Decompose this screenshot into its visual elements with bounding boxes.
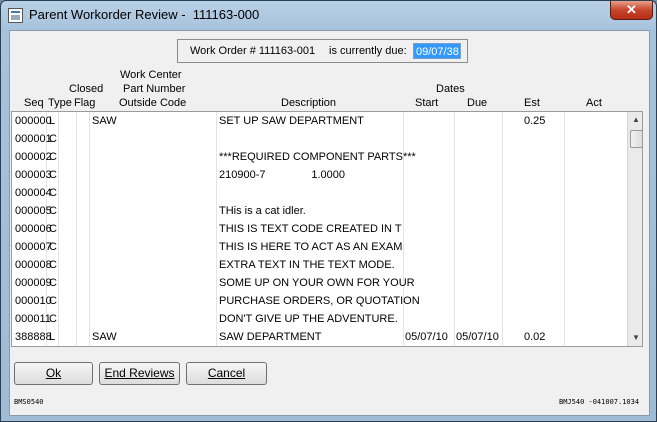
- workorder-info: Work Order # 111163-001 is currently due…: [177, 39, 468, 63]
- cell-seq: 000011: [15, 313, 51, 325]
- ok-button[interactable]: Ok: [14, 362, 93, 385]
- due-label: is currently due:: [329, 45, 407, 57]
- cell-type: C: [49, 277, 57, 289]
- table-row[interactable]: 388888 L SAW SAW DEPARTMENT 05/07/10 05/07/10…: [12, 329, 630, 346]
- table-row[interactable]: 000001 C: [12, 131, 630, 149]
- cell-type: C: [49, 169, 57, 181]
- cell-type: L: [49, 331, 56, 343]
- table-row[interactable]: 000009 C SOME UP ON YOUR OWN FOR YOUR: [12, 275, 630, 293]
- cell-type: L: [49, 115, 56, 127]
- window-title: Parent Workorder Review - 111163-000: [29, 7, 260, 22]
- table-row[interactable]: 000010 C PURCHASE ORDERS, OR QUOTATION: [12, 293, 630, 311]
- dialog-body: Work Order # 111163-001 is currently due…: [9, 30, 650, 416]
- end-reviews-button[interactable]: End Reviews: [99, 362, 180, 385]
- workorder-label: Work Order # 111163-001: [190, 45, 316, 57]
- table-row[interactable]: 000008 C EXTRA TEXT IN THE TEXT MODE.: [12, 257, 630, 275]
- header-description: Description: [281, 97, 337, 109]
- cell-description: DON'T GIVE UP THE ADVENTURE.: [219, 313, 398, 325]
- cell-start: 05/07/10: [405, 331, 448, 343]
- header-start: Start: [415, 97, 439, 109]
- table-row[interactable]: 000000 L SAW SET UP SAW DEPARTMENT 0.25: [12, 113, 630, 131]
- operations-grid[interactable]: 000000 L SAW SET UP SAW DEPARTMENT 0.25 00000…: [11, 111, 643, 347]
- vertical-scrollbar[interactable]: ▲ ▼: [627, 112, 642, 346]
- cell-description: PURCHASE ORDERS, OR QUOTATION: [219, 295, 420, 307]
- cell-type: C: [49, 133, 57, 145]
- cell-seq: 000003: [15, 169, 52, 181]
- cell-code: SAW: [92, 115, 117, 127]
- cell-seq: 000007: [15, 241, 52, 253]
- cell-type: C: [49, 241, 57, 253]
- cell-description: THIS IS HERE TO ACT AS AN EXAM: [219, 241, 403, 253]
- cell-description: SAW DEPARTMENT: [219, 331, 322, 343]
- header-outside-code: Outside Code: [119, 97, 187, 109]
- table-row[interactable]: 000004 C: [12, 185, 630, 203]
- cell-est: 0.25: [524, 115, 546, 127]
- cell-seq: 000009: [15, 277, 52, 289]
- cell-type: C: [49, 259, 57, 271]
- cancel-button[interactable]: Cancel: [186, 362, 267, 385]
- app-icon: [8, 8, 23, 23]
- header-est: Est: [524, 97, 540, 109]
- header-due: Due: [467, 97, 488, 109]
- cell-description: THis is a cat idler.: [219, 205, 306, 217]
- cell-description: SET UP SAW DEPARTMENT: [219, 115, 364, 127]
- footer-version: BMJ540 -041007.1034: [559, 398, 640, 406]
- header-act: Act: [586, 97, 602, 109]
- cell-description: THIS IS TEXT CODE CREATED IN T: [219, 223, 402, 235]
- cell-seq: 000000: [15, 115, 52, 127]
- chevron-down-icon[interactable]: ▼: [628, 330, 642, 346]
- footer-program-id: BMS0540: [14, 398, 44, 406]
- cell-seq: 000006: [15, 223, 52, 235]
- table-row[interactable]: 000006 C THIS IS TEXT CODE CREATED IN T: [12, 221, 630, 239]
- review-window: Parent Workorder Review - 111163-000 ✕ W…: [0, 0, 657, 422]
- cell-seq: 000008: [15, 259, 52, 271]
- header-dates: Dates: [436, 83, 465, 95]
- cell-type: C: [49, 187, 57, 199]
- due-date-field[interactable]: 09/07/38: [413, 43, 461, 59]
- chevron-up-icon[interactable]: ▲: [628, 112, 642, 128]
- close-icon: ✕: [626, 2, 637, 17]
- ok-button-label: Ok: [45, 366, 62, 380]
- cell-seq: 000005: [15, 205, 52, 217]
- table-row[interactable]: 000003 C 210900-7 1.0000: [12, 167, 630, 185]
- cell-seq: 000001: [15, 133, 52, 145]
- cell-description: ***REQUIRED COMPONENT PARTS***: [219, 151, 416, 163]
- header-closed: Closed: [69, 83, 104, 95]
- header-flag: Flag: [74, 97, 96, 109]
- cell-seq: 388888: [15, 331, 52, 343]
- cell-due: 05/07/10: [456, 331, 499, 343]
- cell-description: EXTRA TEXT IN THE TEXT MODE.: [219, 259, 395, 271]
- scrollbar-thumb[interactable]: [630, 130, 642, 148]
- header-work-center: Work Center: [120, 69, 182, 81]
- table-row[interactable]: 000011 C DON'T GIVE UP THE ADVENTURE.: [12, 311, 630, 329]
- cell-est: 0.02: [524, 331, 546, 343]
- cell-seq: 000004: [15, 187, 52, 199]
- cell-type: C: [49, 151, 57, 163]
- close-button[interactable]: ✕: [610, 1, 653, 20]
- title-bar[interactable]: Parent Workorder Review - 111163-000 ✕: [1, 1, 656, 29]
- cell-seq: 000002: [15, 151, 52, 163]
- header-part-number: Part Number: [123, 83, 186, 95]
- end-reviews-button-label: End Reviews: [104, 366, 175, 380]
- cell-type: C: [49, 223, 57, 235]
- cell-type: C: [49, 205, 57, 217]
- table-row[interactable]: 000002 C ***REQUIRED COMPONENT PARTS***: [12, 149, 630, 167]
- cell-code: SAW: [92, 331, 117, 343]
- table-row[interactable]: 000005 C THis is a cat idler.: [12, 203, 630, 221]
- table-row[interactable]: 000007 C THIS IS HERE TO ACT AS AN EXAM: [12, 239, 630, 257]
- header-seq: Seq: [24, 97, 44, 109]
- header-type: Type: [48, 97, 72, 109]
- cell-description: 210900-7 1.0000: [219, 169, 345, 181]
- cancel-button-label: Cancel: [207, 366, 246, 380]
- cell-seq: 000010: [15, 295, 52, 307]
- cell-type: C: [49, 295, 57, 307]
- cell-type: C: [49, 313, 57, 325]
- cell-description: SOME UP ON YOUR OWN FOR YOUR: [219, 277, 415, 289]
